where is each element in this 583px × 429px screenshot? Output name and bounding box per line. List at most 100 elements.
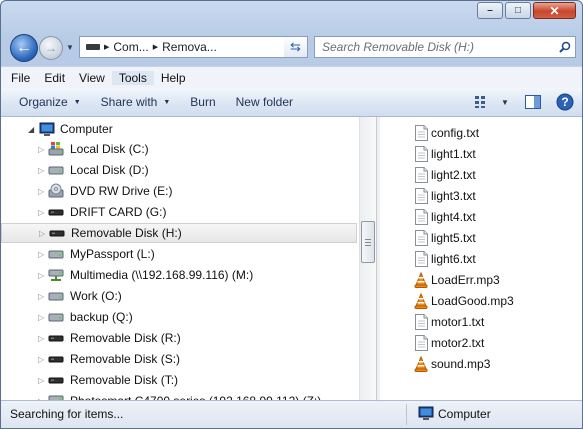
share-with-label: Share with bbox=[100, 95, 158, 109]
organize-button[interactable]: Organize ▼ bbox=[9, 95, 91, 109]
expand-icon[interactable]: ▷ bbox=[38, 208, 44, 217]
file-item[interactable]: light4.txt bbox=[414, 207, 476, 227]
minimize-button[interactable]: – bbox=[477, 2, 503, 19]
file-item[interactable]: motor2.txt bbox=[414, 333, 484, 353]
scrollbar-thumb[interactable] bbox=[361, 221, 375, 263]
collapse-icon[interactable]: ◢ bbox=[28, 125, 34, 134]
menu-help[interactable]: Help bbox=[154, 71, 193, 85]
drive-icon bbox=[48, 309, 64, 325]
tree-item-8[interactable]: ▷ Work (O:) bbox=[1, 286, 357, 306]
drive-icon bbox=[48, 288, 64, 304]
preview-pane-icon bbox=[525, 95, 541, 109]
back-arrow-icon: ← bbox=[16, 39, 32, 56]
file-item[interactable]: config.txt bbox=[414, 123, 479, 143]
tree-label-computer: Computer bbox=[60, 122, 113, 136]
file-item[interactable]: LoadGood.mp3 bbox=[414, 291, 514, 311]
tree-item-7[interactable]: ▷ Multimedia (\\192.168.99.116) (M:) bbox=[1, 265, 357, 285]
back-button[interactable]: ← bbox=[10, 34, 38, 62]
expand-icon[interactable]: ▷ bbox=[38, 166, 44, 175]
menu-view[interactable]: View bbox=[72, 71, 112, 85]
tree-item-4[interactable]: ▷ DRIFT CARD (G:) bbox=[1, 202, 357, 222]
help-button[interactable]: ? bbox=[548, 91, 582, 113]
expand-icon[interactable]: ▷ bbox=[38, 250, 44, 259]
expand-icon[interactable]: ▷ bbox=[39, 229, 45, 238]
tree-item-11[interactable]: ▷ Removable Disk (S:) bbox=[1, 349, 357, 369]
file-item[interactable]: light1.txt bbox=[414, 144, 476, 164]
file-item[interactable]: light2.txt bbox=[414, 165, 476, 185]
file-name: light1.txt bbox=[431, 147, 476, 161]
navigation-scrollbar[interactable] bbox=[359, 117, 376, 400]
menu-tools[interactable]: Tools bbox=[111, 70, 154, 85]
tree-item-9[interactable]: ▷ backup (Q:) bbox=[1, 307, 357, 327]
share-with-button[interactable]: Share with ▼ bbox=[91, 95, 181, 109]
breadcrumb-separator-icon[interactable]: ▶ bbox=[153, 43, 158, 51]
text-file-icon bbox=[414, 314, 428, 331]
menu-bar: File Edit View Tools Help bbox=[1, 66, 582, 88]
menu-file[interactable]: File bbox=[4, 71, 37, 85]
refresh-button[interactable]: ⇆ bbox=[284, 36, 308, 58]
file-name: light2.txt bbox=[431, 168, 476, 182]
expand-icon[interactable]: ▷ bbox=[38, 355, 44, 364]
navigation-pane[interactable]: ◢ Computer ▷ Local Disk (C:) ▷ Local Disk (… bbox=[1, 117, 359, 400]
expand-icon[interactable]: ▷ bbox=[38, 271, 44, 280]
removable-drive-icon bbox=[48, 204, 64, 220]
file-item[interactable]: light6.txt bbox=[414, 249, 476, 269]
tree-label: Local Disk (C:) bbox=[70, 142, 149, 156]
search-icon[interactable] bbox=[555, 41, 575, 53]
file-item[interactable]: light3.txt bbox=[414, 186, 476, 206]
expand-icon[interactable]: ▷ bbox=[38, 334, 44, 343]
expand-icon[interactable]: ▷ bbox=[38, 145, 44, 154]
recent-pages-dropdown[interactable]: ▼ bbox=[66, 43, 74, 52]
chevron-down-icon: ▼ bbox=[163, 98, 171, 106]
tree-item-10[interactable]: ▷ Removable Disk (R:) bbox=[1, 328, 357, 348]
breadcrumb-removable-disk[interactable]: Remova... bbox=[162, 40, 217, 54]
help-icon: ? bbox=[556, 93, 574, 111]
forward-button[interactable]: → bbox=[39, 36, 63, 60]
breadcrumb-separator-icon[interactable]: ▶ bbox=[104, 43, 109, 51]
drive-icon bbox=[48, 246, 64, 262]
expand-icon[interactable]: ▷ bbox=[38, 376, 44, 385]
file-list[interactable]: config.txt light1.txt light2.txt light3.txt… bbox=[380, 117, 582, 400]
breadcrumb-computer[interactable]: Com... bbox=[113, 40, 148, 54]
menu-edit[interactable]: Edit bbox=[37, 71, 72, 85]
tree-item-computer[interactable]: ◢ Computer bbox=[1, 119, 357, 139]
change-view-button[interactable] bbox=[472, 91, 492, 113]
search-box[interactable]: Search Removable Disk (H:) bbox=[314, 36, 576, 58]
network-drive-icon bbox=[48, 393, 64, 400]
expand-icon[interactable]: ▷ bbox=[38, 313, 44, 322]
tree-label: Removable Disk (T:) bbox=[70, 373, 179, 387]
file-item[interactable]: light5.txt bbox=[414, 228, 476, 248]
text-file-icon bbox=[414, 335, 428, 352]
chevron-down-icon: ▼ bbox=[73, 98, 81, 106]
file-name: sound.mp3 bbox=[431, 357, 491, 371]
burn-button[interactable]: Burn bbox=[180, 95, 225, 109]
tree-item-1[interactable]: ▷ Local Disk (C:) bbox=[1, 139, 357, 159]
windows-drive-icon bbox=[48, 141, 64, 157]
file-name: light3.txt bbox=[431, 189, 476, 203]
removable-drive-icon bbox=[49, 225, 65, 241]
file-name: light5.txt bbox=[431, 231, 476, 245]
tree-item-13[interactable]: ▷Photosmart C4700 series (192.168.99.112… bbox=[1, 391, 357, 400]
file-item[interactable]: LoadErr.mp3 bbox=[414, 270, 500, 290]
expand-icon[interactable]: ▷ bbox=[38, 187, 44, 196]
vlc-audio-file-icon bbox=[414, 293, 428, 310]
address-bar[interactable]: ▶ Com... ▶ Remova... ▼ bbox=[79, 36, 307, 58]
preview-pane-button[interactable] bbox=[518, 91, 548, 113]
tree-item-6[interactable]: ▷ MyPassport (L:) bbox=[1, 244, 357, 264]
view-dropdown-icon[interactable]: ▼ bbox=[492, 91, 518, 113]
maximize-button[interactable]: □ bbox=[505, 2, 531, 19]
status-bar: Searching for items... Computer bbox=[1, 400, 582, 428]
expand-icon[interactable]: ▷ bbox=[38, 292, 44, 301]
tree-item-2[interactable]: ▷ Local Disk (D:) bbox=[1, 160, 357, 180]
tree-item-12[interactable]: ▷ Removable Disk (T:) bbox=[1, 370, 357, 390]
vlc-audio-file-icon bbox=[414, 272, 428, 289]
removable-drive-icon bbox=[48, 330, 64, 346]
new-folder-button[interactable]: New folder bbox=[226, 95, 303, 109]
tree-item-5[interactable]: ▷ Removable Disk (H:) bbox=[1, 223, 357, 243]
file-name: light4.txt bbox=[431, 210, 476, 224]
file-item[interactable]: motor1.txt bbox=[414, 312, 484, 332]
close-button[interactable]: ✕ bbox=[533, 2, 576, 19]
file-item[interactable]: sound.mp3 bbox=[414, 354, 490, 374]
tree-item-3[interactable]: ▷ DVD RW Drive (E:) bbox=[1, 181, 357, 201]
file-name: motor1.txt bbox=[431, 315, 485, 329]
